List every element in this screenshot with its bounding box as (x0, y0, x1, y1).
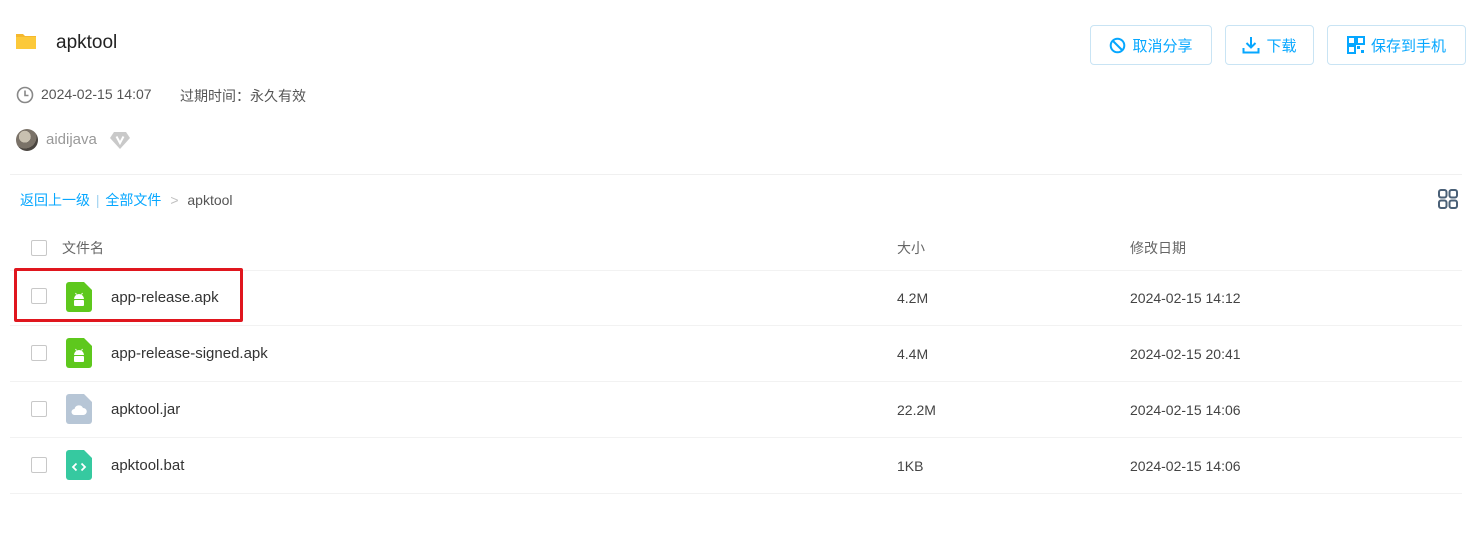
file-date: 2024-02-15 14:06 (1130, 402, 1241, 418)
section-divider (10, 174, 1462, 175)
file-date: 2024-02-15 14:12 (1130, 290, 1241, 306)
code-file-icon (66, 450, 92, 480)
expiry-text: 过期时间：永久有效 (180, 88, 306, 104)
row-checkbox[interactable] (31, 401, 47, 417)
file-name[interactable]: apktool.bat (111, 457, 184, 474)
breadcrumb: 返回上一级 | 全部文件 > apktool (20, 190, 233, 210)
save-to-phone-label: 保存到手机 (1370, 37, 1446, 55)
file-size: 22.2M (897, 402, 936, 418)
row-checkbox[interactable] (31, 345, 47, 361)
column-header-name[interactable]: 文件名 (62, 238, 104, 258)
file-date: 2024-02-15 14:06 (1130, 458, 1241, 474)
folder-icon (16, 34, 36, 49)
clock-icon (16, 86, 34, 104)
avatar[interactable] (16, 129, 38, 151)
highlight-box (14, 268, 243, 322)
file-date: 2024-02-15 20:41 (1130, 346, 1241, 362)
android-apk-icon (66, 338, 92, 368)
file-size: 4.2M (897, 290, 929, 306)
select-all-checkbox[interactable] (31, 240, 47, 256)
share-date: 2024-02-15 14:07 (41, 86, 152, 102)
file-name[interactable]: app-release-signed.apk (111, 345, 268, 362)
breadcrumb-current: apktool (187, 192, 233, 208)
save-to-phone-button[interactable]: 保存到手机 (1327, 25, 1466, 65)
column-header-date[interactable]: 修改日期 (1130, 238, 1186, 258)
breadcrumb-arrow: > (170, 192, 179, 208)
row-divider (10, 325, 1462, 326)
back-link[interactable]: 返回上一级 (20, 192, 90, 208)
cancel-share-label: 取消分享 (1132, 37, 1193, 55)
grid-view-icon[interactable] (1437, 188, 1459, 210)
file-size: 1KB (897, 458, 924, 474)
download-label: 下载 (1266, 37, 1297, 55)
file-size: 4.4M (897, 346, 929, 362)
file-name[interactable]: apktool.jar (111, 401, 180, 418)
row-divider (10, 381, 1462, 382)
username[interactable]: aidijava (46, 131, 97, 148)
download-button[interactable]: 下载 (1225, 25, 1314, 65)
row-checkbox[interactable] (31, 457, 47, 473)
cancel-share-button[interactable]: 取消分享 (1090, 25, 1212, 65)
vip-diamond-icon (110, 132, 130, 149)
all-files-link[interactable]: 全部文件 (105, 192, 161, 208)
cloud-file-icon (66, 394, 92, 424)
column-header-size[interactable]: 大小 (897, 238, 925, 258)
qrcode-icon (1346, 36, 1365, 54)
page-title: apktool (56, 32, 118, 53)
breadcrumb-separator: | (95, 192, 100, 208)
row-divider (10, 493, 1462, 494)
ban-icon (1110, 37, 1126, 53)
download-icon (1242, 37, 1260, 54)
row-divider (10, 437, 1462, 438)
